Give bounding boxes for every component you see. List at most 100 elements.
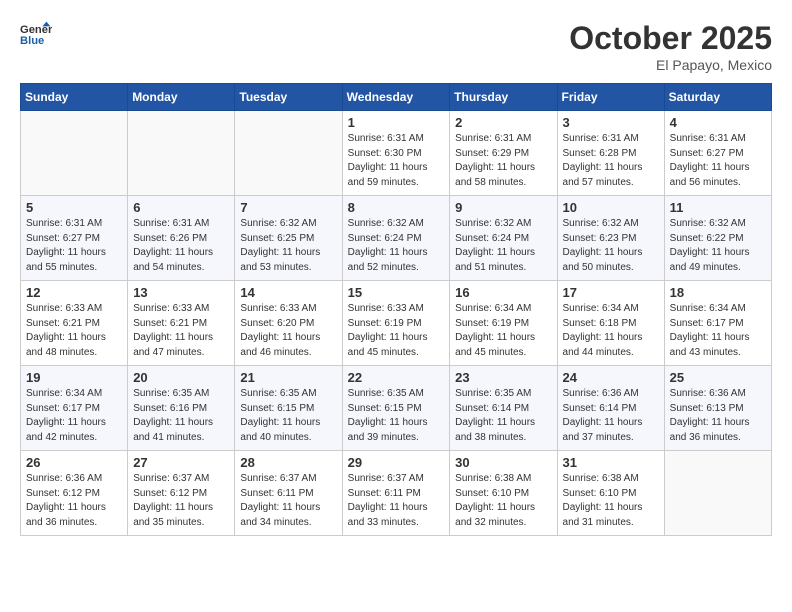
day-info: Sunrise: 6:37 AMSunset: 6:11 PMDaylight:… [348, 472, 445, 530]
calendar-cell: 17 Sunrise: 6:34 AMSunset: 6:18 PMDayligh… [557, 281, 664, 366]
calendar-table: SundayMondayTuesdayWednesdayThursdayFrid… [20, 83, 772, 536]
calendar-cell: 18 Sunrise: 6:34 AMSunset: 6:17 PMDayligh… [664, 281, 771, 366]
day-info: Sunrise: 6:32 AMSunset: 6:24 PMDaylight:… [348, 217, 445, 275]
calendar-header-row: SundayMondayTuesdayWednesdayThursdayFrid… [21, 84, 772, 111]
calendar-cell: 30Sunrise: 6:38 AMSunset: 6:10 PMDayligh… [450, 451, 557, 536]
day-number: 9 [455, 200, 551, 215]
calendar-cell [21, 111, 128, 196]
day-number: 25 [670, 370, 766, 385]
calendar-cell: 7Sunrise: 6:32 AMSunset: 6:25 PMDaylight… [235, 196, 342, 281]
day-number: 6 [133, 200, 229, 215]
calendar-cell: 6 Sunrise: 6:31 AMSunset: 6:26 PMDaylight… [128, 196, 235, 281]
calendar-cell: 28 Sunrise: 6:37 AMSunset: 6:11 PMDayligh… [235, 451, 342, 536]
calendar-cell: 27 Sunrise: 6:37 AMSunset: 6:12 PMDayligh… [128, 451, 235, 536]
day-info: Sunrise: 6:32 AMSunset: 6:23 PMDaylight:… [563, 217, 659, 275]
day-info: Sunrise: 6:37 AMSunset: 6:12 PMDaylight:… [133, 472, 229, 530]
day-number: 12 [26, 285, 122, 300]
day-info: Sunrise: 6:31 AMSunset: 6:27 PMDaylight:… [670, 132, 766, 190]
day-info: Sunrise: 6:31 AMSunset: 6:30 PMDaylight:… [348, 132, 445, 190]
calendar-cell: 4 Sunrise: 6:31 AMSunset: 6:27 PMDaylight… [664, 111, 771, 196]
day-number: 18 [670, 285, 766, 300]
calendar-cell: 19 Sunrise: 6:34 AMSunset: 6:17 PMDayligh… [21, 366, 128, 451]
day-header-monday: Monday [128, 84, 235, 111]
day-number: 4 [670, 115, 766, 130]
day-header-thursday: Thursday [450, 84, 557, 111]
day-header-wednesday: Wednesday [342, 84, 450, 111]
calendar-cell: 29Sunrise: 6:37 AMSunset: 6:11 PMDayligh… [342, 451, 450, 536]
day-info: Sunrise: 6:31 AMSunset: 6:28 PMDaylight:… [563, 132, 659, 190]
day-number: 19 [26, 370, 122, 385]
calendar-cell: 2 Sunrise: 6:31 AMSunset: 6:29 PMDaylight… [450, 111, 557, 196]
calendar-cell: 10 Sunrise: 6:32 AMSunset: 6:23 PMDayligh… [557, 196, 664, 281]
calendar-cell: 21 Sunrise: 6:35 AMSunset: 6:15 PMDayligh… [235, 366, 342, 451]
day-number: 26 [26, 455, 122, 470]
day-number: 13 [133, 285, 229, 300]
day-info: Sunrise: 6:34 AMSunset: 6:17 PMDaylight:… [26, 387, 122, 445]
calendar-cell: 22Sunrise: 6:35 AMSunset: 6:15 PMDayligh… [342, 366, 450, 451]
title-section: October 2025 El Papayo, Mexico [569, 20, 772, 73]
calendar-cell: 16Sunrise: 6:34 AMSunset: 6:19 PMDayligh… [450, 281, 557, 366]
day-number: 14 [240, 285, 336, 300]
week-row-3: 12 Sunrise: 6:33 AMSunset: 6:21 PMDayligh… [21, 281, 772, 366]
calendar-cell [128, 111, 235, 196]
calendar-cell: 1 Sunrise: 6:31 AMSunset: 6:30 PMDaylight… [342, 111, 450, 196]
day-info: Sunrise: 6:38 AMSunset: 6:10 PMDaylight:… [563, 472, 659, 530]
day-number: 2 [455, 115, 551, 130]
day-number: 23 [455, 370, 551, 385]
day-info: Sunrise: 6:37 AMSunset: 6:11 PMDaylight:… [240, 472, 336, 530]
day-info: Sunrise: 6:33 AMSunset: 6:20 PMDaylight:… [240, 302, 336, 360]
calendar-cell: 15Sunrise: 6:33 AMSunset: 6:19 PMDayligh… [342, 281, 450, 366]
calendar-cell: 14 Sunrise: 6:33 AMSunset: 6:20 PMDayligh… [235, 281, 342, 366]
day-number: 10 [563, 200, 659, 215]
calendar-cell: 8Sunrise: 6:32 AMSunset: 6:24 PMDaylight… [342, 196, 450, 281]
day-header-tuesday: Tuesday [235, 84, 342, 111]
calendar-cell: 9 Sunrise: 6:32 AMSunset: 6:24 PMDaylight… [450, 196, 557, 281]
calendar-cell: 3 Sunrise: 6:31 AMSunset: 6:28 PMDaylight… [557, 111, 664, 196]
day-info: Sunrise: 6:32 AMSunset: 6:22 PMDaylight:… [670, 217, 766, 275]
day-info: Sunrise: 6:34 AMSunset: 6:19 PMDaylight:… [455, 302, 551, 360]
day-number: 31 [563, 455, 659, 470]
calendar-cell: 13 Sunrise: 6:33 AMSunset: 6:21 PMDayligh… [128, 281, 235, 366]
calendar-cell: 23Sunrise: 6:35 AMSunset: 6:14 PMDayligh… [450, 366, 557, 451]
calendar-cell: 26Sunrise: 6:36 AMSunset: 6:12 PMDayligh… [21, 451, 128, 536]
day-number: 3 [563, 115, 659, 130]
day-info: Sunrise: 6:31 AMSunset: 6:27 PMDaylight:… [26, 217, 122, 275]
day-number: 15 [348, 285, 445, 300]
day-info: Sunrise: 6:33 AMSunset: 6:21 PMDaylight:… [26, 302, 122, 360]
day-header-saturday: Saturday [664, 84, 771, 111]
day-info: Sunrise: 6:35 AMSunset: 6:15 PMDaylight:… [240, 387, 336, 445]
calendar-cell: 25 Sunrise: 6:36 AMSunset: 6:13 PMDayligh… [664, 366, 771, 451]
day-number: 5 [26, 200, 122, 215]
calendar-cell: 20 Sunrise: 6:35 AMSunset: 6:16 PMDayligh… [128, 366, 235, 451]
day-number: 17 [563, 285, 659, 300]
day-number: 21 [240, 370, 336, 385]
day-number: 24 [563, 370, 659, 385]
day-header-sunday: Sunday [21, 84, 128, 111]
month-title: October 2025 [569, 20, 772, 57]
day-number: 27 [133, 455, 229, 470]
day-number: 28 [240, 455, 336, 470]
day-info: Sunrise: 6:33 AMSunset: 6:21 PMDaylight:… [133, 302, 229, 360]
calendar-cell: 5 Sunrise: 6:31 AMSunset: 6:27 PMDaylight… [21, 196, 128, 281]
day-number: 7 [240, 200, 336, 215]
day-info: Sunrise: 6:36 AMSunset: 6:13 PMDaylight:… [670, 387, 766, 445]
calendar-cell [664, 451, 771, 536]
day-info: Sunrise: 6:34 AMSunset: 6:18 PMDaylight:… [563, 302, 659, 360]
day-info: Sunrise: 6:31 AMSunset: 6:29 PMDaylight:… [455, 132, 551, 190]
calendar-cell [235, 111, 342, 196]
day-info: Sunrise: 6:34 AMSunset: 6:17 PMDaylight:… [670, 302, 766, 360]
week-row-5: 26Sunrise: 6:36 AMSunset: 6:12 PMDayligh… [21, 451, 772, 536]
day-info: Sunrise: 6:36 AMSunset: 6:14 PMDaylight:… [563, 387, 659, 445]
svg-text:Blue: Blue [20, 35, 44, 47]
week-row-2: 5 Sunrise: 6:31 AMSunset: 6:27 PMDaylight… [21, 196, 772, 281]
day-info: Sunrise: 6:35 AMSunset: 6:16 PMDaylight:… [133, 387, 229, 445]
day-number: 20 [133, 370, 229, 385]
day-number: 1 [348, 115, 445, 130]
day-header-friday: Friday [557, 84, 664, 111]
day-info: Sunrise: 6:32 AMSunset: 6:24 PMDaylight:… [455, 217, 551, 275]
day-number: 30 [455, 455, 551, 470]
day-info: Sunrise: 6:35 AMSunset: 6:15 PMDaylight:… [348, 387, 445, 445]
day-number: 11 [670, 200, 766, 215]
day-info: Sunrise: 6:31 AMSunset: 6:26 PMDaylight:… [133, 217, 229, 275]
calendar-cell: 31 Sunrise: 6:38 AMSunset: 6:10 PMDayligh… [557, 451, 664, 536]
